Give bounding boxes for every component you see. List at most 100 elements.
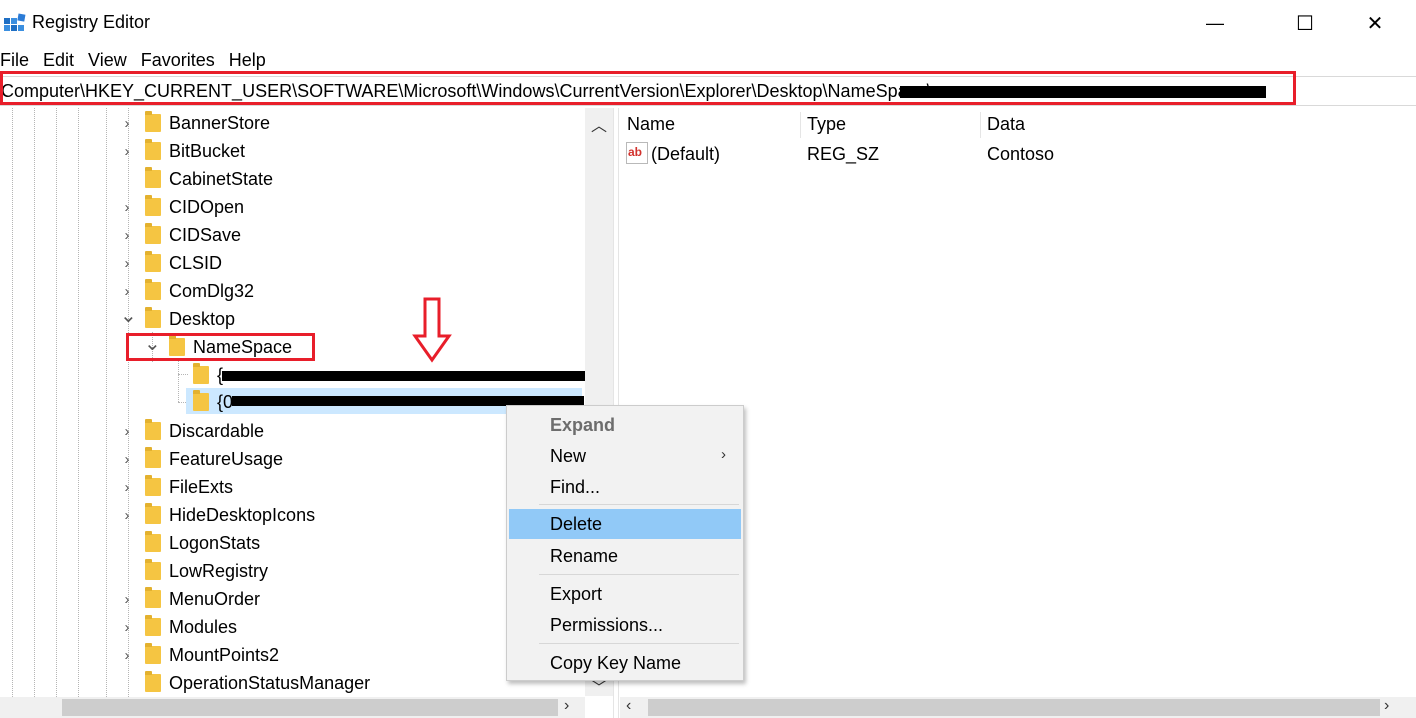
chevron-right-icon[interactable]: ›: [120, 255, 134, 272]
menu-item-export[interactable]: Export: [509, 579, 741, 609]
folder-icon: [145, 139, 161, 160]
chevron-right-icon[interactable]: ›: [120, 619, 134, 636]
menu-item-rename[interactable]: Rename: [509, 541, 741, 571]
tree-item-mountpoints2[interactable]: › MountPoints2: [0, 641, 585, 669]
tree-item-label: Modules: [169, 616, 238, 637]
tree-item-lowregistry[interactable]: LowRegistry: [0, 557, 585, 585]
tree-item-label: FeatureUsage: [169, 448, 284, 469]
column-header-name[interactable]: Name: [627, 114, 675, 135]
folder-icon: [145, 251, 161, 272]
chevron-right-icon[interactable]: ›: [120, 479, 134, 496]
tree-item-fileexts[interactable]: › FileExts: [0, 473, 585, 501]
menu-edit[interactable]: Edit: [43, 48, 74, 72]
chevron-right-icon[interactable]: ›: [120, 283, 134, 300]
scroll-up-icon[interactable]: ︿: [591, 112, 607, 136]
menu-view[interactable]: View: [88, 48, 127, 72]
chevron-right-icon[interactable]: ›: [120, 591, 134, 608]
tree-item-logonstats[interactable]: LogonStats: [0, 529, 585, 557]
menu-item-label: Copy Key Name: [550, 653, 682, 673]
tree-item-label: CabinetState: [169, 168, 274, 189]
menu-favorites[interactable]: Favorites: [141, 48, 215, 72]
chevron-right-icon[interactable]: ›: [120, 143, 134, 160]
chevron-right-icon[interactable]: ›: [120, 115, 134, 132]
registry-editor-icon: [4, 13, 26, 31]
scroll-thumb[interactable]: [62, 699, 558, 716]
close-icon: ✕: [1366, 12, 1384, 35]
tree-item-featureusage[interactable]: › FeatureUsage: [0, 445, 585, 473]
folder-icon: [145, 223, 161, 244]
folder-icon: [145, 195, 161, 216]
scroll-thumb[interactable]: [648, 699, 1380, 716]
scroll-left-icon[interactable]: ‹: [626, 697, 631, 715]
tree-item-label: OperationStatusManager: [169, 672, 371, 693]
menu-item-delete[interactable]: Delete: [509, 509, 741, 539]
down-arrow-annotation: [412, 297, 452, 363]
column-separator[interactable]: [980, 112, 981, 138]
folder-icon: [145, 615, 161, 636]
menu-item-label: New: [550, 446, 587, 466]
scroll-right-icon[interactable]: ›: [1384, 697, 1389, 715]
menu-item-find[interactable]: Find...: [509, 472, 741, 502]
tree-item-label: ComDlg32: [169, 280, 255, 301]
tree-item-hidedesktopicons[interactable]: › HideDesktopIcons: [0, 501, 585, 529]
folder-icon: [145, 643, 161, 664]
maximize-icon: ☐: [1296, 12, 1314, 35]
chevron-right-icon: ›: [721, 446, 726, 463]
redaction-bar: [222, 371, 586, 381]
chevron-right-icon[interactable]: ›: [120, 451, 134, 468]
tree-item-modules[interactable]: › Modules: [0, 613, 585, 641]
minimize-icon: —: [1206, 12, 1224, 33]
menu-item-copy-key-name[interactable]: Copy Key Name: [509, 648, 741, 678]
chevron-right-icon[interactable]: ›: [120, 647, 134, 664]
folder-icon: [145, 531, 161, 552]
menu-help[interactable]: Help: [229, 48, 266, 72]
chevron-right-icon[interactable]: ›: [120, 227, 134, 244]
menu-item-permissions[interactable]: Permissions...: [509, 610, 741, 640]
tree-item-desktop[interactable]: ⌄ Desktop: [0, 305, 585, 333]
minimize-button[interactable]: —: [1192, 0, 1238, 46]
tree-item-label: Desktop: [169, 308, 236, 329]
maximize-button[interactable]: ☐: [1282, 0, 1328, 46]
chevron-right-icon[interactable]: ›: [120, 507, 134, 524]
menu-item-label: Find...: [550, 477, 601, 497]
close-button[interactable]: ✕: [1352, 0, 1398, 46]
tree-item-label: CLSID: [169, 252, 223, 273]
column-header-data[interactable]: Data: [987, 114, 1025, 135]
tree-item-label: MenuOrder: [169, 588, 261, 609]
tree-item-label: LowRegistry: [169, 560, 269, 581]
window-title: Registry Editor: [32, 12, 151, 32]
scroll-right-icon[interactable]: ›: [564, 697, 569, 715]
list-horizontal-scrollbar[interactable]: ‹ ›: [620, 697, 1416, 718]
tree-item-menuorder[interactable]: › MenuOrder: [0, 585, 585, 613]
chevron-down-icon[interactable]: ⌄: [120, 303, 137, 328]
chevron-right-icon[interactable]: ›: [120, 199, 134, 216]
tree-item-cidopen[interactable]: › CIDOpen: [0, 193, 585, 221]
column-header-type[interactable]: Type: [807, 114, 846, 135]
menu-item-new[interactable]: New ›: [509, 441, 741, 471]
folder-icon: [145, 279, 161, 300]
folder-icon: [193, 390, 209, 411]
column-separator[interactable]: [800, 112, 801, 138]
tree-item-label: BitBucket: [169, 140, 246, 161]
tree-item-discardable[interactable]: › Discardable: [0, 417, 585, 445]
value-type: REG_SZ: [807, 144, 880, 164]
menu-item-label: Expand: [550, 415, 616, 435]
tree-item-label: MountPoints2: [169, 644, 280, 665]
menu-file[interactable]: File: [0, 48, 29, 72]
tree-horizontal-scrollbar[interactable]: ›: [0, 697, 585, 718]
tree-item-label: Discardable: [169, 420, 265, 441]
folder-icon: [145, 111, 161, 132]
value-name: (Default): [651, 144, 721, 164]
tree-item-clsid[interactable]: › CLSID: [0, 249, 585, 277]
namespace-highlight-box: [126, 333, 315, 361]
tree-item-bannerstore[interactable]: › BannerStore: [0, 109, 585, 137]
menu-item-expand[interactable]: Expand: [509, 410, 741, 440]
folder-icon: [145, 503, 161, 524]
tree-item-cidsave[interactable]: › CIDSave: [0, 221, 585, 249]
tree-item-cabinetstate[interactable]: CabinetState: [0, 165, 585, 193]
tree-item-bitbucket[interactable]: › BitBucket: [0, 137, 585, 165]
chevron-right-icon[interactable]: ›: [120, 423, 134, 440]
title-bar: Registry Editor — ☐ ✕: [0, 0, 1416, 46]
tree-item-comdlg32[interactable]: › ComDlg32: [0, 277, 585, 305]
tree-item-operationstatusmanager[interactable]: OperationStatusManager: [0, 669, 585, 697]
